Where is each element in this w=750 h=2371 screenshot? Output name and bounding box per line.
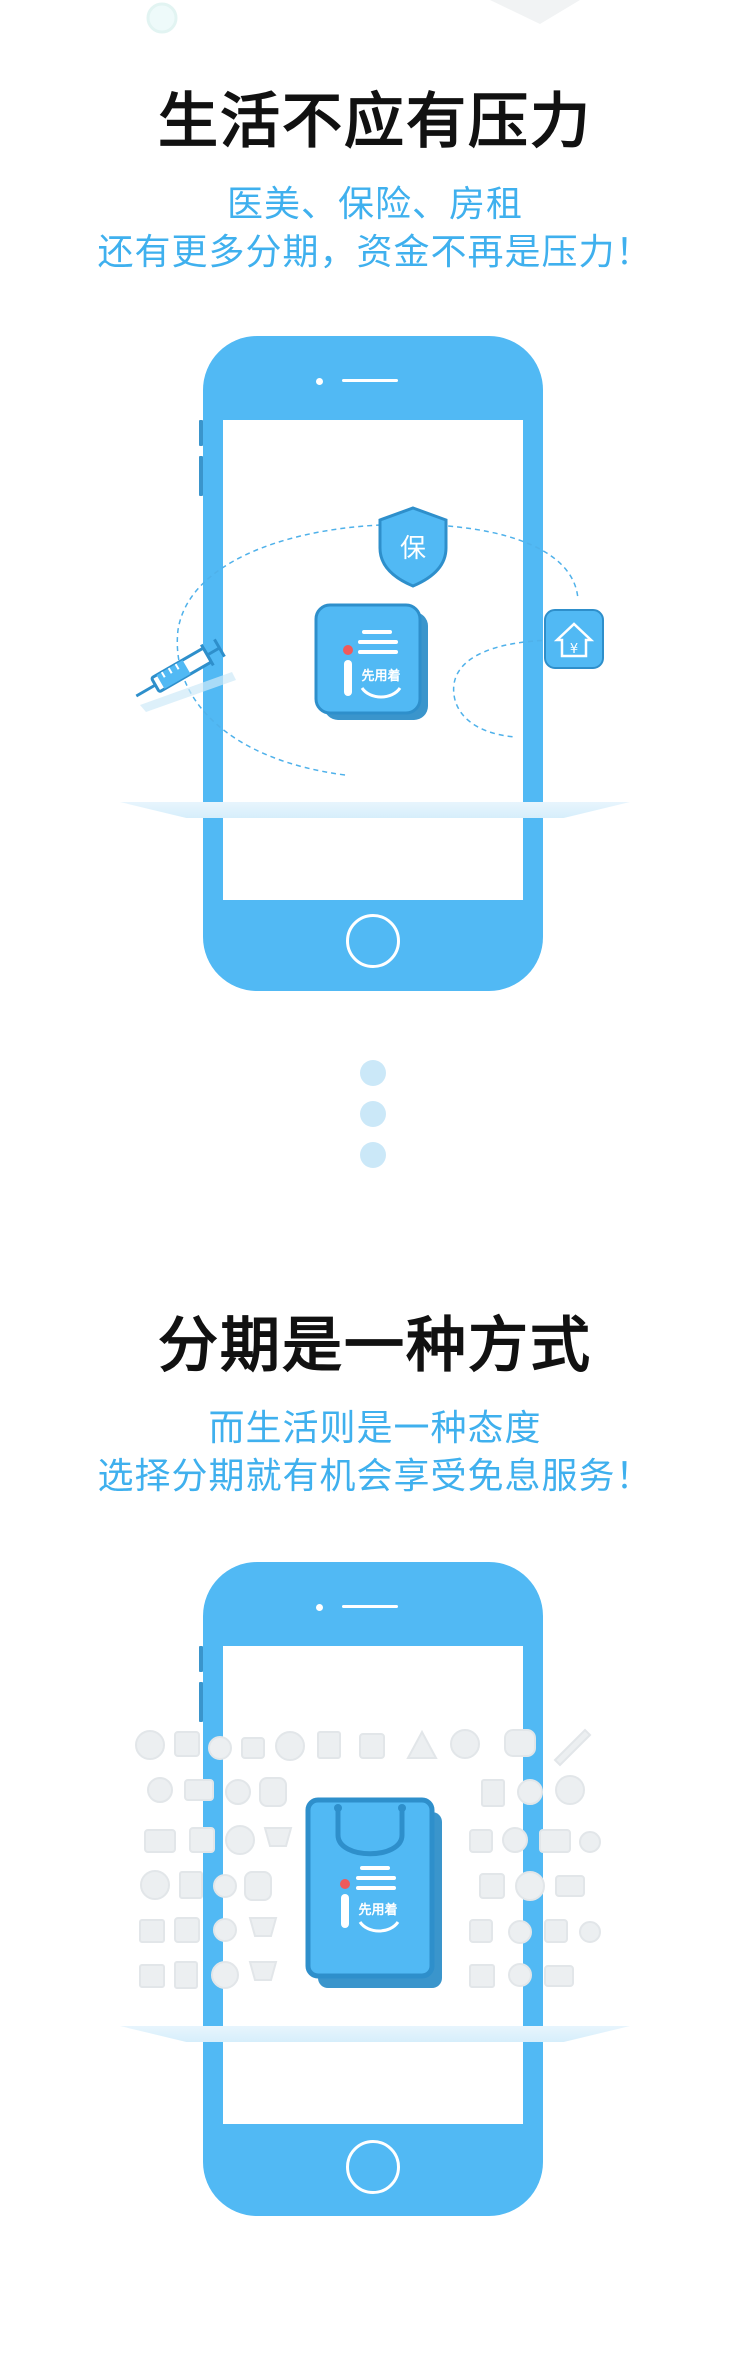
phone-camera bbox=[316, 1604, 323, 1611]
svg-text:先用着: 先用着 bbox=[358, 1902, 397, 1917]
chat-icon bbox=[275, 1731, 305, 1761]
home-icon bbox=[469, 1964, 495, 1988]
db-icon bbox=[259, 1777, 287, 1807]
cloud-icon bbox=[135, 1730, 165, 1760]
section1-illustration: 保 ¥ 先用着 bbox=[135, 506, 604, 776]
doc-icon bbox=[481, 1779, 505, 1807]
separator-dot bbox=[360, 1142, 386, 1168]
calendar-icon bbox=[174, 1731, 200, 1757]
trophy-icon bbox=[263, 1827, 293, 1847]
cloud-icon bbox=[225, 1825, 255, 1855]
db-icon bbox=[244, 1871, 272, 1901]
separator-dot bbox=[360, 1101, 386, 1127]
lock-icon bbox=[241, 1737, 265, 1759]
doc-icon bbox=[179, 1871, 203, 1899]
gear-icon bbox=[225, 1779, 251, 1805]
home-button-icon bbox=[346, 2140, 400, 2194]
edit-icon bbox=[479, 1873, 505, 1899]
svg-text:先用着: 先用着 bbox=[361, 668, 400, 683]
svg-text:¥: ¥ bbox=[570, 642, 578, 657]
shield-icon: 保 bbox=[378, 506, 448, 588]
app-logo-icon: 先用着 bbox=[314, 603, 428, 720]
pencil-icon bbox=[553, 1728, 592, 1767]
mail-icon bbox=[555, 1875, 585, 1897]
gear-icon bbox=[508, 1920, 532, 1944]
phone-speaker bbox=[342, 1605, 398, 1608]
house-icon: ¥ bbox=[544, 609, 604, 669]
cloud-icon bbox=[515, 1871, 545, 1901]
section2-illustration: 先用着 bbox=[135, 1728, 601, 1989]
section2-subline-1: 而生活则是一种态度 bbox=[208, 1408, 542, 1449]
mail-icon bbox=[184, 1779, 214, 1801]
edit-icon bbox=[359, 1733, 385, 1759]
gear-icon bbox=[508, 1963, 532, 1987]
gear-icon bbox=[208, 1736, 232, 1760]
cloud-icon bbox=[211, 1961, 239, 1989]
section2-subline-2: 选择分期就有机会享受免息服务！ bbox=[97, 1456, 653, 1497]
lock-icon bbox=[544, 1919, 568, 1943]
user-icon bbox=[147, 1777, 173, 1803]
separator-dot bbox=[360, 1060, 386, 1086]
gear-icon bbox=[213, 1874, 237, 1898]
section2-headline: 分期是一种方式 bbox=[158, 1311, 592, 1381]
shopping-bag-icon: 先用着 bbox=[305, 1797, 442, 1988]
gear-icon bbox=[579, 1831, 601, 1853]
lock-icon bbox=[469, 1829, 493, 1853]
home-icon bbox=[139, 1964, 165, 1988]
phone-side-button bbox=[199, 1646, 203, 1672]
lock-icon bbox=[469, 1919, 493, 1943]
svg-text:保: 保 bbox=[400, 534, 426, 564]
edit-icon bbox=[174, 1917, 200, 1943]
chat-icon bbox=[555, 1775, 585, 1805]
mail-icon bbox=[544, 1965, 574, 1987]
chat-icon bbox=[140, 1870, 170, 1900]
folder-icon bbox=[144, 1829, 176, 1853]
db-icon bbox=[504, 1729, 536, 1757]
edit-icon bbox=[189, 1827, 215, 1853]
triangle-icon bbox=[406, 1729, 438, 1759]
home-icon bbox=[139, 1919, 165, 1943]
trophy-icon bbox=[248, 1961, 278, 1981]
gear-icon bbox=[213, 1918, 237, 1942]
doc-icon bbox=[174, 1961, 198, 1989]
gear-icon bbox=[517, 1779, 543, 1805]
user-icon bbox=[579, 1921, 601, 1943]
chat-icon bbox=[450, 1729, 480, 1759]
doc-icon bbox=[317, 1731, 341, 1759]
user-icon bbox=[502, 1827, 528, 1853]
folder-icon bbox=[539, 1829, 571, 1853]
trophy-icon bbox=[248, 1917, 278, 1937]
